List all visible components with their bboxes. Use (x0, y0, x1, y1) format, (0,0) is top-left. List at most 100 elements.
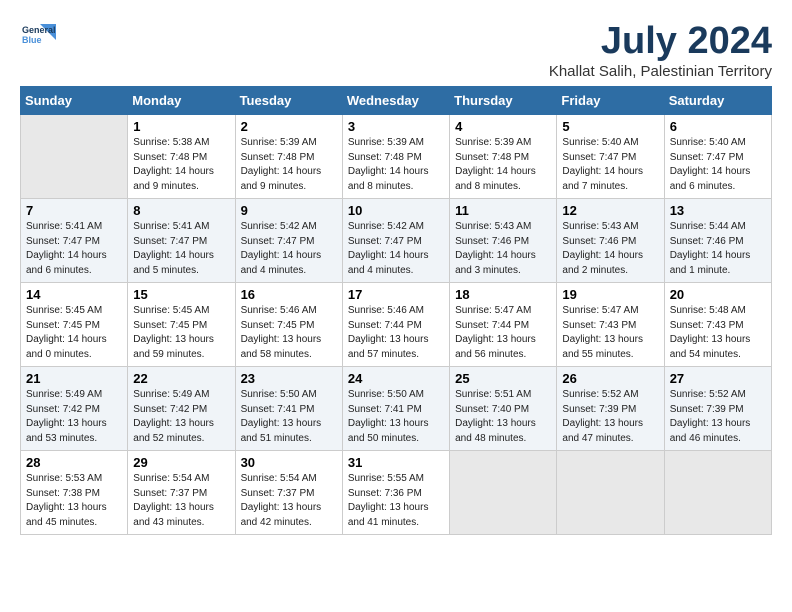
calendar-cell: 16Sunrise: 5:46 AMSunset: 7:45 PMDayligh… (235, 283, 342, 367)
col-header-wednesday: Wednesday (342, 87, 449, 115)
calendar-cell: 13 Sunrise: 5:44 AMSunset: 7:46 PMDayligh… (664, 199, 771, 283)
calendar-cell (21, 115, 128, 199)
logo-icon: General Blue (20, 20, 56, 48)
day-number: 7 (26, 203, 122, 218)
day-info: Sunrise: 5:52 AMSunset: 7:39 PMDaylight:… (670, 388, 766, 446)
day-number: 23 (241, 371, 337, 386)
location: Khallat Salih, Palestinian Territory (549, 63, 772, 80)
calendar-cell: 22 Sunrise: 5:49 AMSunset: 7:42 PMDayligh… (128, 367, 235, 451)
svg-text:Blue: Blue (22, 35, 42, 45)
calendar-week-row: 28 Sunrise: 5:53 AMSunset: 7:38 PMDayligh… (21, 451, 772, 535)
day-number: 30 (241, 455, 337, 470)
calendar-cell: 24 Sunrise: 5:50 AMSunset: 7:41 PMDayligh… (342, 367, 449, 451)
calendar-cell: 4Sunrise: 5:39 AMSunset: 7:48 PMDaylight… (450, 115, 557, 199)
day-info: Sunrise: 5:44 AMSunset: 7:46 PMDaylight:… (670, 220, 766, 278)
calendar-cell: 30Sunrise: 5:54 AMSunset: 7:37 PMDayligh… (235, 451, 342, 535)
day-info: Sunrise: 5:43 AMSunset: 7:46 PMDaylight:… (455, 220, 551, 278)
calendar-cell: 23 Sunrise: 5:50 AMSunset: 7:41 PMDayligh… (235, 367, 342, 451)
day-number: 15 (133, 287, 229, 302)
calendar-cell: 26Sunrise: 5:52 AMSunset: 7:39 PMDayligh… (557, 367, 664, 451)
day-info: Sunrise: 5:55 AMSunset: 7:36 PMDaylight:… (348, 472, 444, 530)
day-info: Sunrise: 5:48 AMSunset: 7:43 PMDaylight:… (670, 304, 766, 362)
day-number: 8 (133, 203, 229, 218)
calendar-cell: 12 Sunrise: 5:43 AMSunset: 7:46 PMDayligh… (557, 199, 664, 283)
calendar-week-row: 21 Sunrise: 5:49 AMSunset: 7:42 PMDayligh… (21, 367, 772, 451)
day-info: Sunrise: 5:47 AMSunset: 7:44 PMDaylight:… (455, 304, 551, 362)
day-number: 11 (455, 203, 551, 218)
day-info: Sunrise: 5:47 AMSunset: 7:43 PMDaylight:… (562, 304, 658, 362)
day-number: 13 (670, 203, 766, 218)
col-header-friday: Friday (557, 87, 664, 115)
calendar-cell: 10Sunrise: 5:42 AMSunset: 7:47 PMDayligh… (342, 199, 449, 283)
day-info: Sunrise: 5:40 AMSunset: 7:47 PMDaylight:… (562, 136, 658, 194)
day-number: 19 (562, 287, 658, 302)
col-header-sunday: Sunday (21, 87, 128, 115)
day-number: 2 (241, 119, 337, 134)
calendar-cell: 7Sunrise: 5:41 AMSunset: 7:47 PMDaylight… (21, 199, 128, 283)
day-info: Sunrise: 5:40 AMSunset: 7:47 PMDaylight:… (670, 136, 766, 194)
day-info: Sunrise: 5:42 AMSunset: 7:47 PMDaylight:… (241, 220, 337, 278)
day-info: Sunrise: 5:45 AMSunset: 7:45 PMDaylight:… (26, 304, 122, 362)
col-header-monday: Monday (128, 87, 235, 115)
day-number: 12 (562, 203, 658, 218)
title-section: July 2024 Khallat Salih, Palestinian Ter… (549, 20, 772, 80)
day-number: 29 (133, 455, 229, 470)
col-header-thursday: Thursday (450, 87, 557, 115)
calendar-cell: 28 Sunrise: 5:53 AMSunset: 7:38 PMDayligh… (21, 451, 128, 535)
day-number: 17 (348, 287, 444, 302)
calendar-cell: 2 Sunrise: 5:39 AMSunset: 7:48 PMDaylight… (235, 115, 342, 199)
day-number: 27 (670, 371, 766, 386)
day-info: Sunrise: 5:43 AMSunset: 7:46 PMDaylight:… (562, 220, 658, 278)
logo: General Blue (20, 20, 56, 48)
day-info: Sunrise: 5:54 AMSunset: 7:37 PMDaylight:… (133, 472, 229, 530)
calendar-cell: 11 Sunrise: 5:43 AMSunset: 7:46 PMDayligh… (450, 199, 557, 283)
calendar-cell: 27 Sunrise: 5:52 AMSunset: 7:39 PMDayligh… (664, 367, 771, 451)
day-number: 3 (348, 119, 444, 134)
day-number: 5 (562, 119, 658, 134)
day-number: 16 (241, 287, 337, 302)
day-number: 1 (133, 119, 229, 134)
day-info: Sunrise: 5:39 AMSunset: 7:48 PMDaylight:… (241, 136, 337, 194)
calendar-week-row: 7Sunrise: 5:41 AMSunset: 7:47 PMDaylight… (21, 199, 772, 283)
day-info: Sunrise: 5:50 AMSunset: 7:41 PMDaylight:… (241, 388, 337, 446)
day-number: 18 (455, 287, 551, 302)
day-number: 4 (455, 119, 551, 134)
calendar-cell: 6Sunrise: 5:40 AMSunset: 7:47 PMDaylight… (664, 115, 771, 199)
calendar-header-row: SundayMondayTuesdayWednesdayThursdayFrid… (21, 87, 772, 115)
day-info: Sunrise: 5:39 AMSunset: 7:48 PMDaylight:… (348, 136, 444, 194)
day-info: Sunrise: 5:52 AMSunset: 7:39 PMDaylight:… (562, 388, 658, 446)
calendar-cell: 14 Sunrise: 5:45 AMSunset: 7:45 PMDayligh… (21, 283, 128, 367)
day-number: 9 (241, 203, 337, 218)
calendar-cell (450, 451, 557, 535)
calendar-cell: 19 Sunrise: 5:47 AMSunset: 7:43 PMDayligh… (557, 283, 664, 367)
day-info: Sunrise: 5:46 AMSunset: 7:44 PMDaylight:… (348, 304, 444, 362)
calendar-cell: 21 Sunrise: 5:49 AMSunset: 7:42 PMDayligh… (21, 367, 128, 451)
day-info: Sunrise: 5:51 AMSunset: 7:40 PMDaylight:… (455, 388, 551, 446)
day-info: Sunrise: 5:53 AMSunset: 7:38 PMDaylight:… (26, 472, 122, 530)
day-info: Sunrise: 5:50 AMSunset: 7:41 PMDaylight:… (348, 388, 444, 446)
calendar-cell: 5 Sunrise: 5:40 AMSunset: 7:47 PMDaylight… (557, 115, 664, 199)
day-number: 14 (26, 287, 122, 302)
calendar-cell: 17 Sunrise: 5:46 AMSunset: 7:44 PMDayligh… (342, 283, 449, 367)
day-number: 31 (348, 455, 444, 470)
day-number: 21 (26, 371, 122, 386)
day-info: Sunrise: 5:38 AMSunset: 7:48 PMDaylight:… (133, 136, 229, 194)
calendar-cell: 25 Sunrise: 5:51 AMSunset: 7:40 PMDayligh… (450, 367, 557, 451)
col-header-tuesday: Tuesday (235, 87, 342, 115)
day-number: 10 (348, 203, 444, 218)
day-info: Sunrise: 5:49 AMSunset: 7:42 PMDaylight:… (133, 388, 229, 446)
calendar-cell: 20Sunrise: 5:48 AMSunset: 7:43 PMDayligh… (664, 283, 771, 367)
calendar-cell: 31 Sunrise: 5:55 AMSunset: 7:36 PMDayligh… (342, 451, 449, 535)
calendar-cell: 15Sunrise: 5:45 AMSunset: 7:45 PMDayligh… (128, 283, 235, 367)
day-info: Sunrise: 5:49 AMSunset: 7:42 PMDaylight:… (26, 388, 122, 446)
calendar-cell: 9 Sunrise: 5:42 AMSunset: 7:47 PMDaylight… (235, 199, 342, 283)
calendar-cell: 18 Sunrise: 5:47 AMSunset: 7:44 PMDayligh… (450, 283, 557, 367)
calendar-cell (664, 451, 771, 535)
calendar-cell: 29 Sunrise: 5:54 AMSunset: 7:37 PMDayligh… (128, 451, 235, 535)
day-number: 28 (26, 455, 122, 470)
col-header-saturday: Saturday (664, 87, 771, 115)
day-number: 22 (133, 371, 229, 386)
day-number: 24 (348, 371, 444, 386)
calendar-table: SundayMondayTuesdayWednesdayThursdayFrid… (20, 86, 772, 535)
day-number: 25 (455, 371, 551, 386)
